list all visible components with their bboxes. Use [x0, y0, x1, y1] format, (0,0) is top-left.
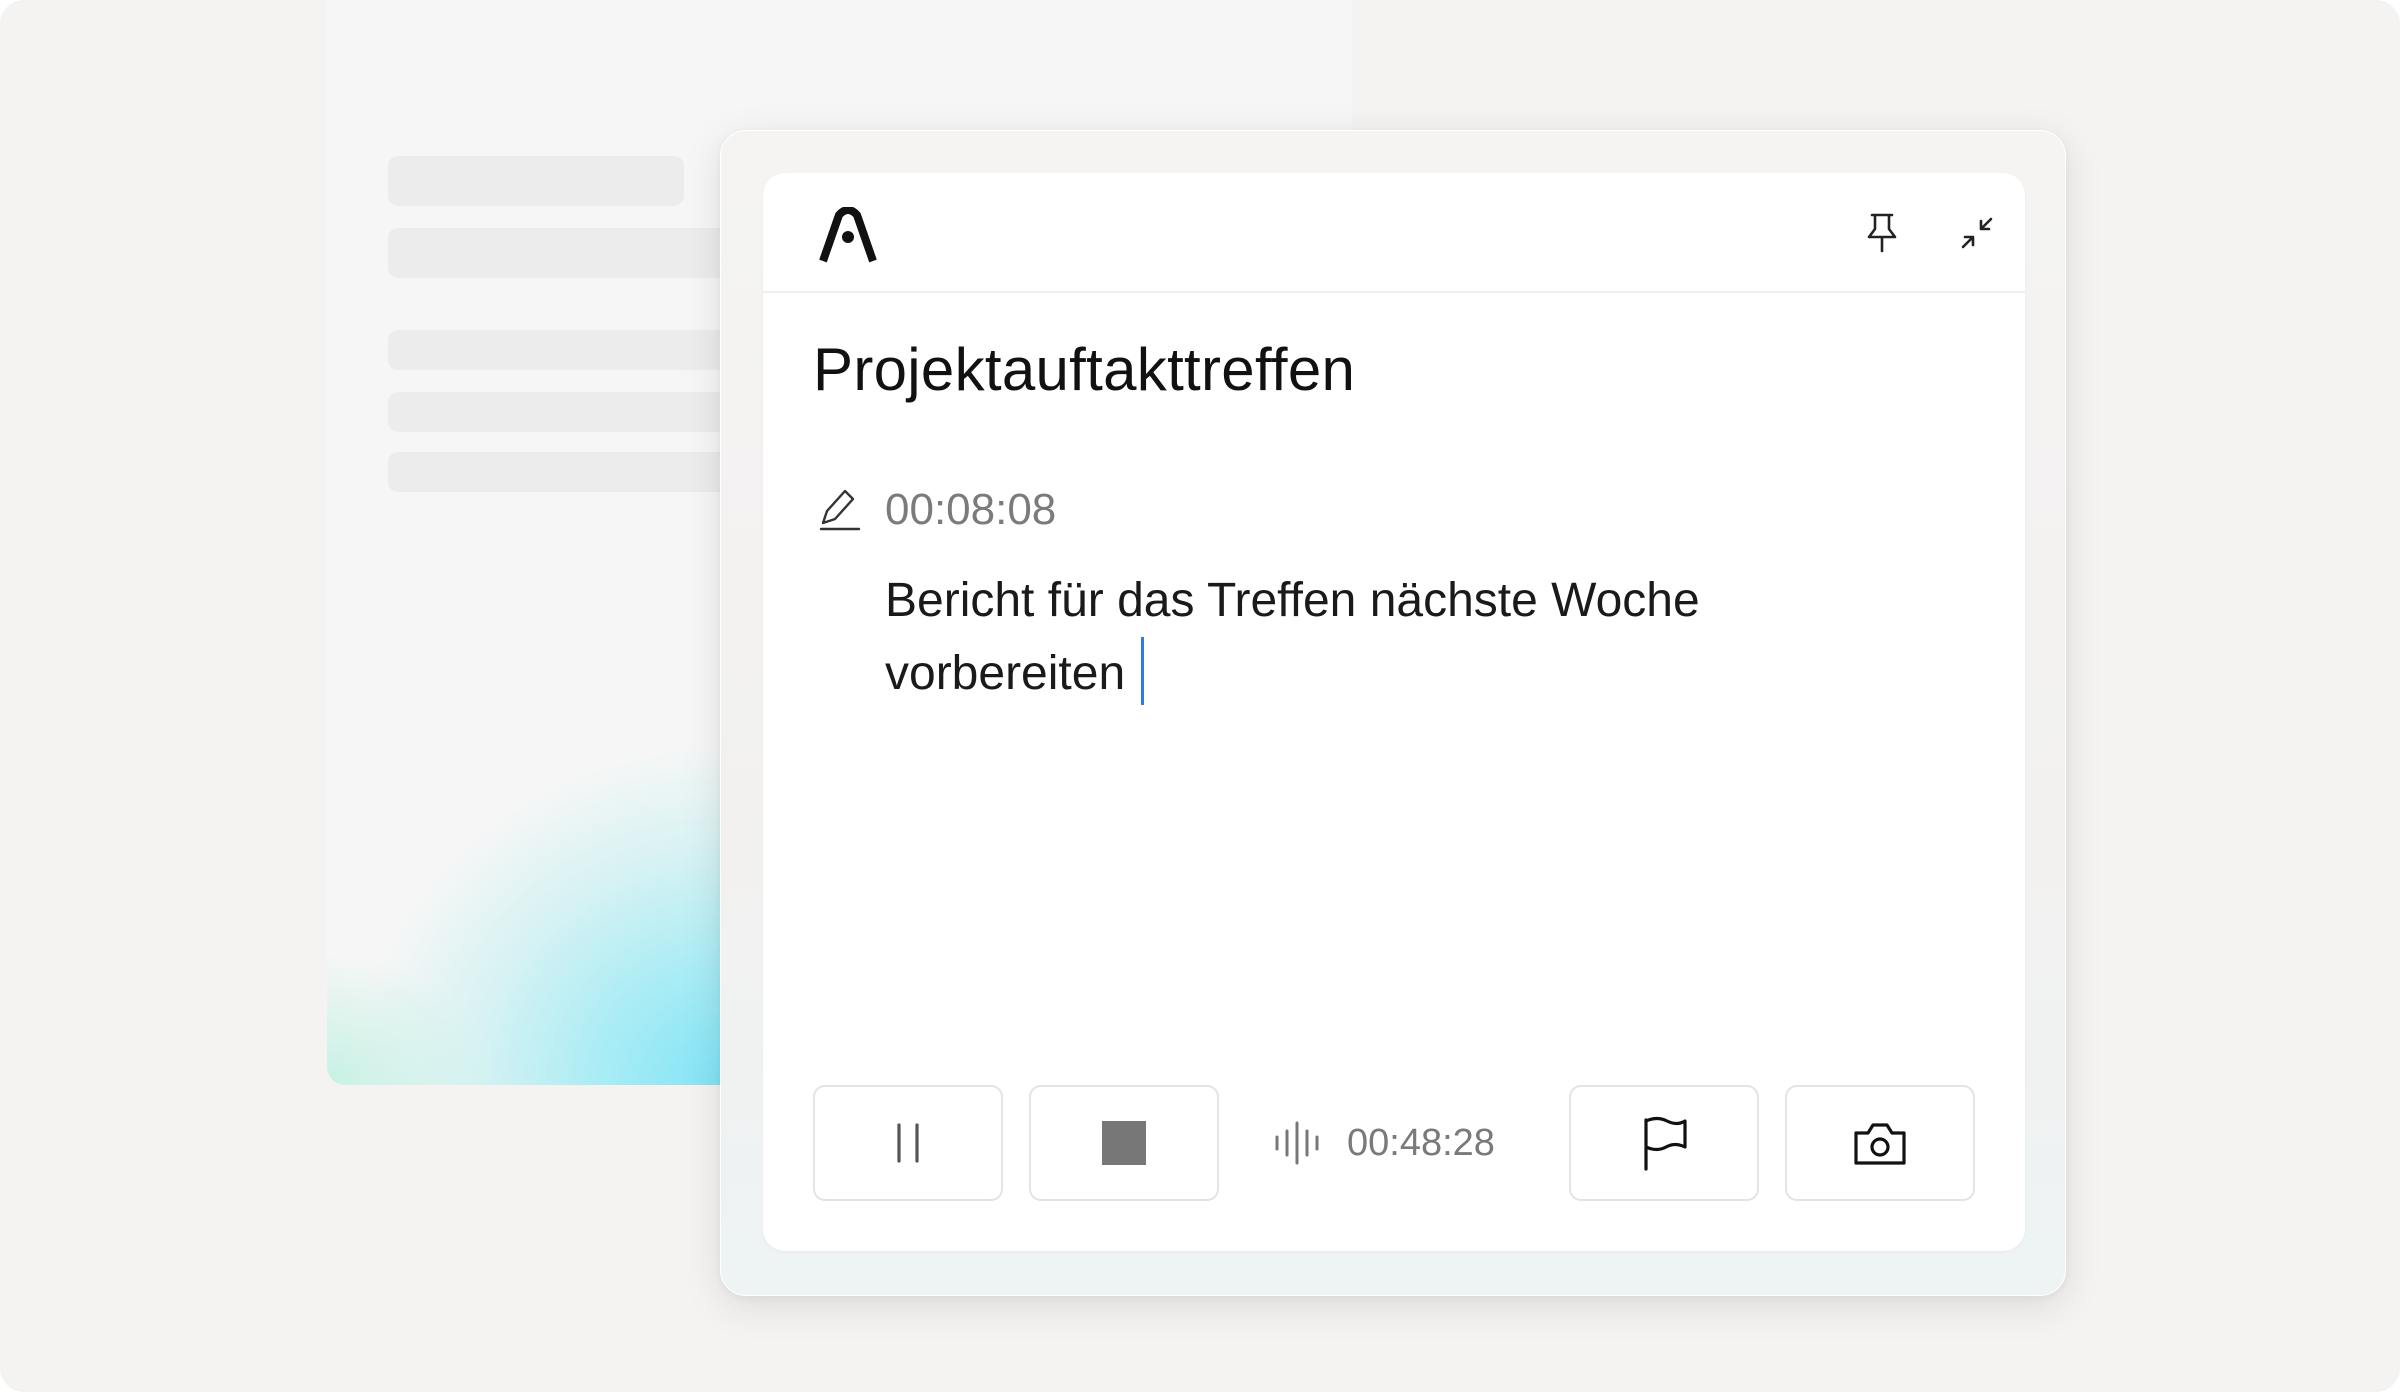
- pin-button[interactable]: [1858, 209, 1906, 257]
- pencil-icon: [819, 489, 861, 531]
- pause-icon: [897, 1123, 919, 1163]
- flag-icon: [1644, 1116, 1687, 1171]
- camera-icon: [1854, 1123, 1906, 1165]
- placeholder-bar: [388, 452, 768, 492]
- app-logo-icon: [819, 207, 877, 263]
- note-title[interactable]: Projektauftakttreffen: [813, 335, 1355, 404]
- pin-icon: [1867, 213, 1897, 253]
- placeholder-bar: [388, 156, 684, 206]
- waveform-icon: [1275, 1121, 1319, 1165]
- floating-widget-frame: Projektauftakttreffen 00:08:08 Bericht f…: [720, 130, 2066, 1296]
- placeholder-bar: [388, 392, 768, 432]
- recording-time: 00:48:28: [1347, 1121, 1495, 1164]
- note-timestamp: 00:08:08: [885, 485, 1057, 534]
- stop-icon: [1102, 1121, 1146, 1165]
- placeholder-bar: [388, 330, 768, 370]
- desktop-canvas: Projektauftakttreffen 00:08:08 Bericht f…: [0, 0, 2400, 1392]
- collapse-icon: [1961, 217, 1993, 249]
- note-text-editor[interactable]: Bericht für das Treffen nächste Woche vo…: [885, 565, 1905, 710]
- stop-button[interactable]: [1029, 1085, 1219, 1201]
- flag-button[interactable]: [1569, 1085, 1759, 1201]
- text-cursor: [1141, 637, 1145, 705]
- pause-button[interactable]: [813, 1085, 1003, 1201]
- collapse-button[interactable]: [1953, 209, 2001, 257]
- placeholder-bar: [388, 228, 768, 278]
- widget-header: [763, 173, 2025, 293]
- recording-status: 00:48:28: [1273, 1113, 1495, 1173]
- camera-button[interactable]: [1785, 1085, 1975, 1201]
- background-gradient-secondary: [327, 880, 587, 1085]
- note-text: Bericht für das Treffen nächste Woche vo…: [885, 574, 1700, 700]
- note-widget: Projektauftakttreffen 00:08:08 Bericht f…: [763, 173, 2025, 1251]
